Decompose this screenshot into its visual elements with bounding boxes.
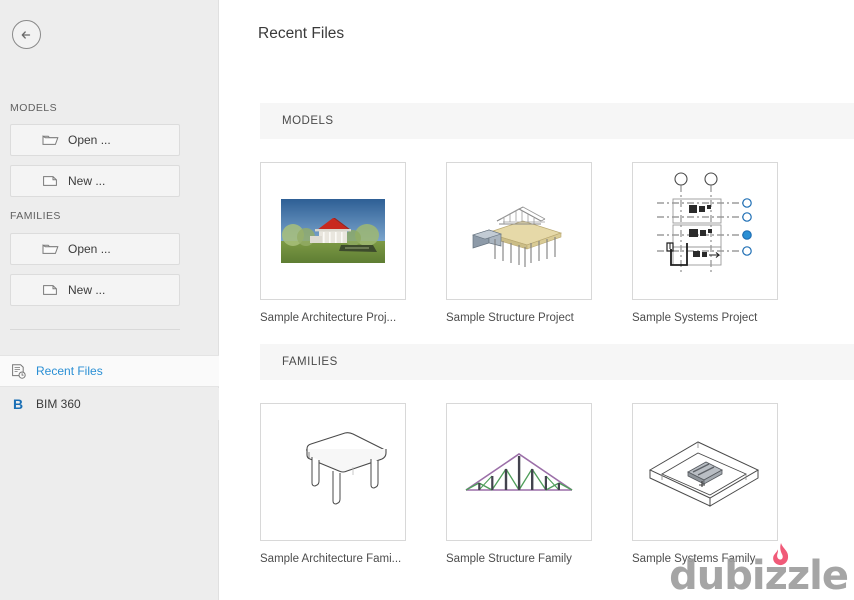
page-title: Recent Files [258,25,345,42]
tile-sample-systems-project: Sample Systems Project [632,162,798,324]
sidebar-models-new-label: New ... [68,174,106,188]
sidebar-item-bim360[interactable]: B BIM 360 [0,388,219,420]
structure-model-thumbnail[interactable] [446,162,592,300]
recent-files-icon [9,362,27,380]
sidebar-models-open-label: Open ... [68,133,111,147]
models-tile-row: Sample Architecture Proj... Sample Struc… [260,162,854,324]
sidebar-families-new-label: New ... [68,283,106,297]
sidebar: MODELS Open ... New ... FAMILIES Open ..… [0,0,219,600]
open-folder-icon [41,131,59,149]
sidebar-item-recent-files-label: Recent Files [36,364,103,378]
sidebar-families-open-label: Open ... [68,242,111,256]
bim360-logo-icon: B [12,396,24,412]
revit-home-screen: MODELS Open ... New ... FAMILIES Open ..… [0,0,854,600]
tile-caption: Sample Systems Family [632,553,756,565]
tile-caption: Sample Architecture Fami... [260,553,402,565]
arrow-left-icon [21,30,30,39]
tile-caption: Sample Structure Family [446,553,572,565]
new-file-icon [41,281,59,299]
group-header-models-label: MODELS [282,115,334,127]
back-button[interactable] [12,20,41,49]
tile-caption: Sample Systems Project [632,312,758,324]
group-header-models: MODELS [260,103,854,139]
tile-sample-structure-family: Sample Structure Family [446,403,612,565]
sidebar-models-new-button[interactable]: New ... [10,165,180,197]
architecture-render-thumbnail[interactable] [260,162,406,300]
new-file-icon [41,172,59,190]
sidebar-heading-models: MODELS [10,102,58,114]
sidebar-models-open-button[interactable]: Open ... [10,124,180,156]
sidebar-divider [10,329,180,330]
open-folder-icon [41,240,59,258]
sidebar-heading-families: FAMILIES [10,210,61,222]
sidebar-item-bim360-label: BIM 360 [36,397,81,411]
families-tile-row: Sample Architecture Fami... Sample Struc… [260,403,854,565]
tile-sample-systems-family: Sample Systems Family [632,403,798,565]
table-family-thumbnail[interactable] [260,403,406,541]
truss-family-thumbnail[interactable] [446,403,592,541]
group-header-families: FAMILIES [260,344,854,380]
tile-sample-structure-project: Sample Structure Project [446,162,612,324]
tile-sample-architecture-project: Sample Architecture Proj... [260,162,426,324]
sidebar-item-recent-files[interactable]: Recent Files [0,355,219,387]
sidebar-families-open-button[interactable]: Open ... [10,233,180,265]
light-fixture-family-thumbnail[interactable] [632,403,778,541]
systems-plan-thumbnail[interactable] [632,162,778,300]
tile-sample-architecture-family: Sample Architecture Fami... [260,403,426,565]
main-content: Recent Files MODELS Sample Architecture … [219,0,854,600]
sidebar-families-new-button[interactable]: New ... [10,274,180,306]
tile-caption: Sample Architecture Proj... [260,312,397,324]
group-header-families-label: FAMILIES [282,356,338,368]
tile-caption: Sample Structure Project [446,312,574,324]
